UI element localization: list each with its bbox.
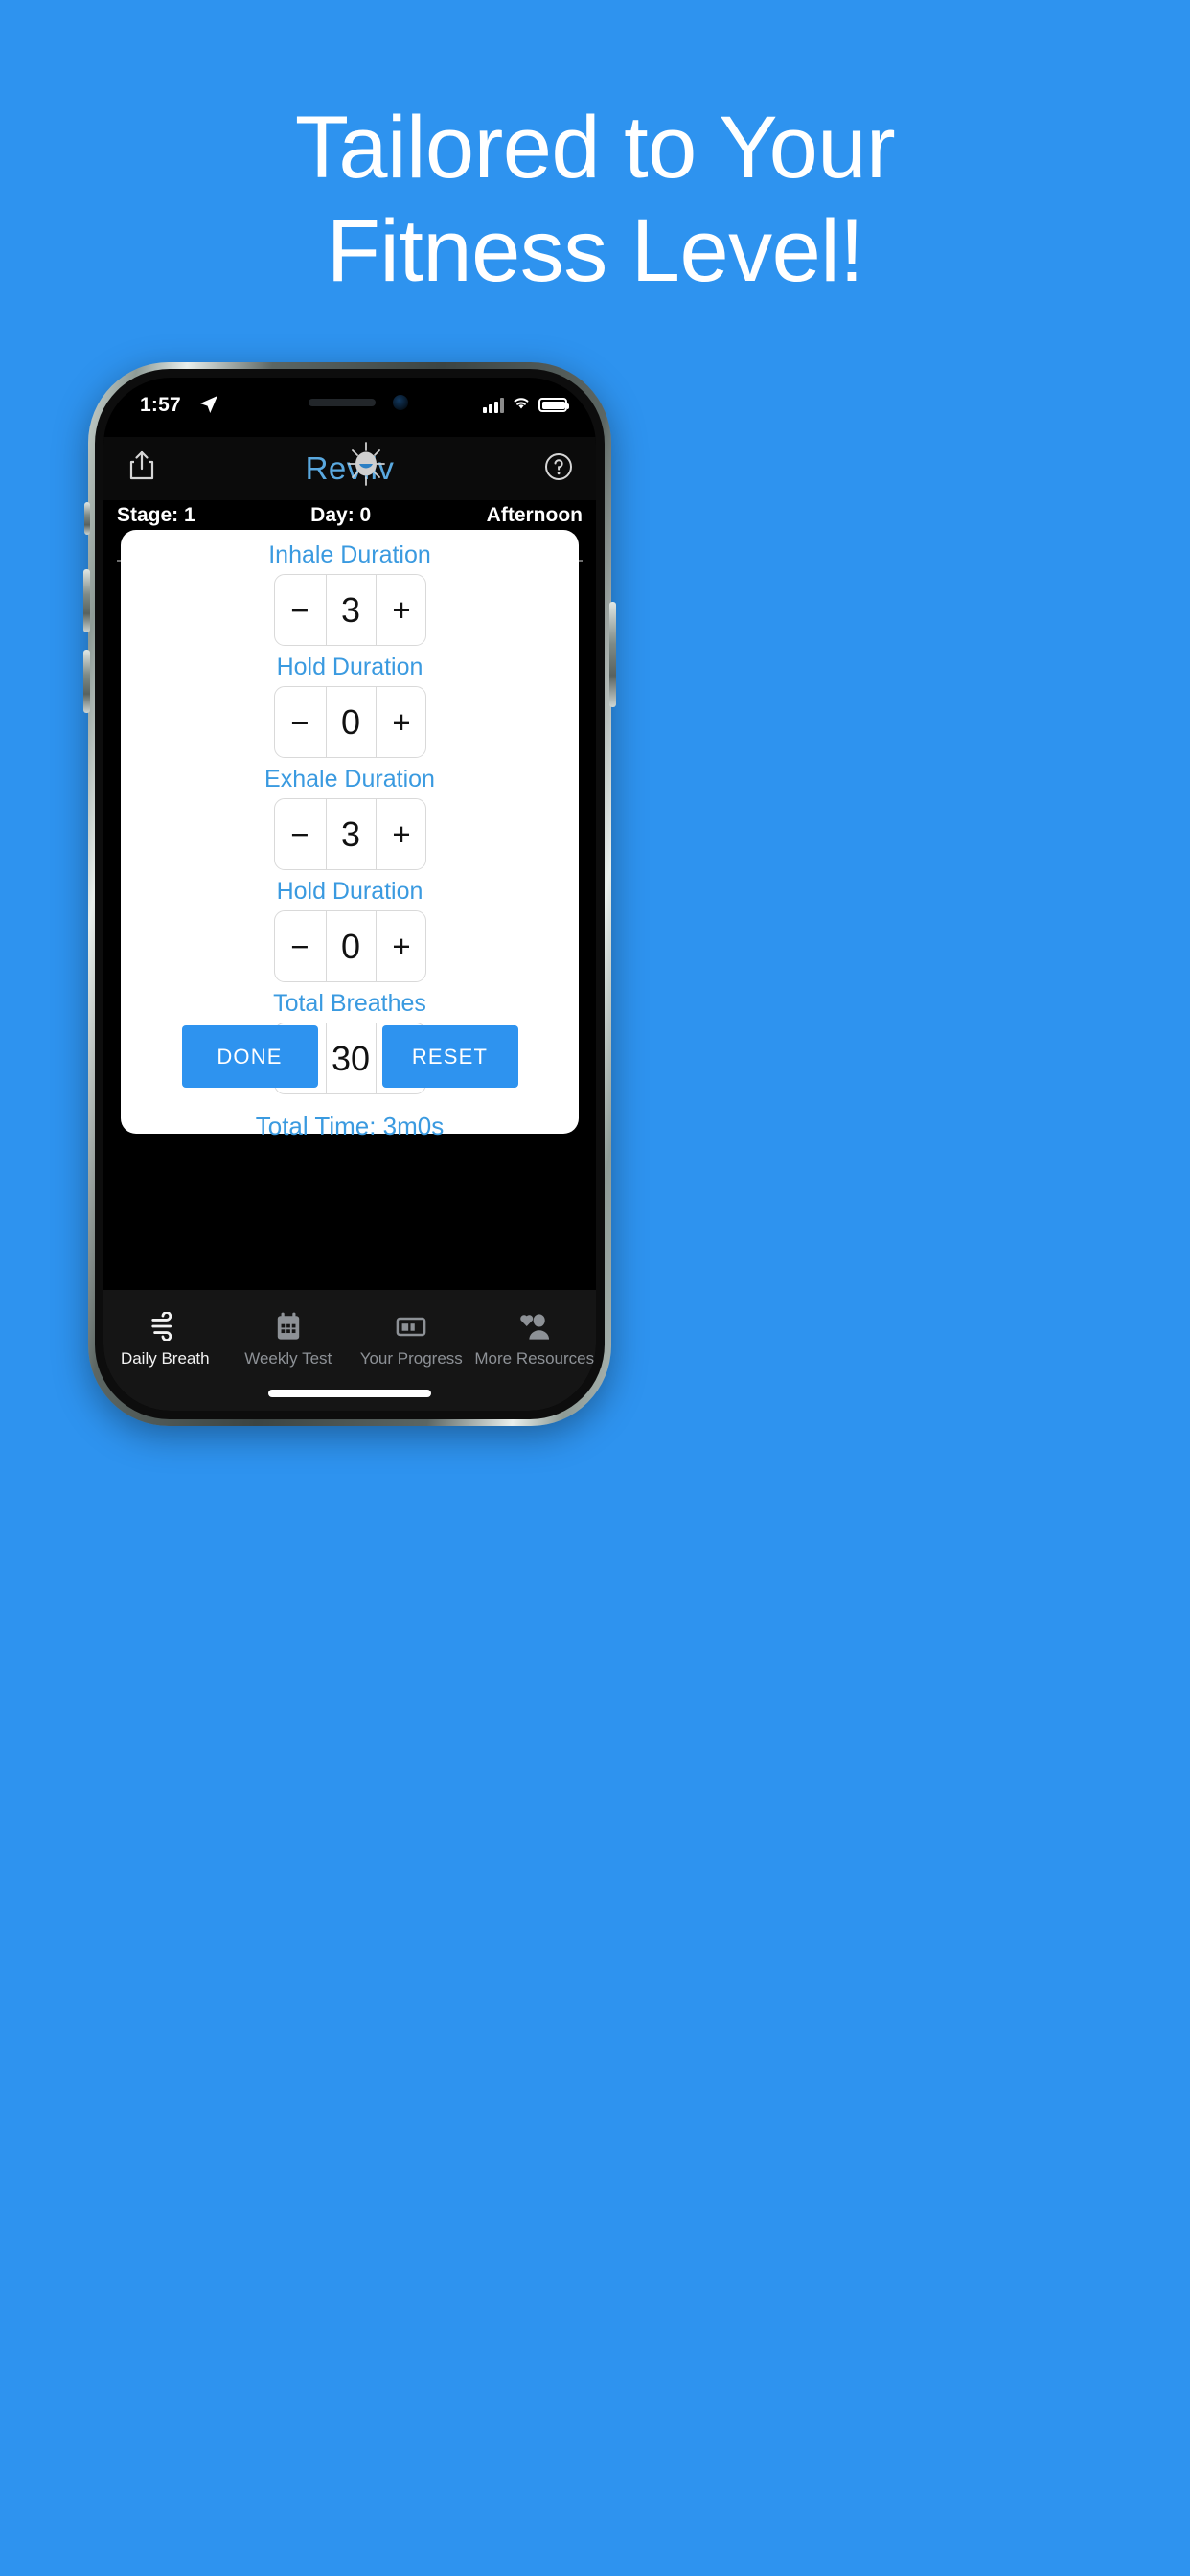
question-mark-circle-icon[interactable] [544, 452, 573, 481]
hold1-duration-value: 0 [325, 687, 377, 757]
status-indicators [483, 395, 569, 415]
day-value: Day: 0 [310, 504, 372, 526]
location-arrow-icon [199, 395, 218, 414]
sun-smiley-icon [342, 440, 390, 488]
promo-headline-line-2: Fitness Level! [326, 202, 864, 300]
hold2-duration-stepper[interactable]: − 0 + [273, 910, 427, 982]
tab-more-resources-label: More Resources [474, 1349, 595, 1368]
tab-your-progress-label: Your Progress [359, 1349, 463, 1368]
period-value: Afternoon [486, 504, 583, 526]
promo-headline-line-1: Tailored to Your [294, 99, 896, 196]
chart-card-icon [350, 1307, 473, 1346]
volume-up-button[interactable] [83, 569, 90, 632]
hold1-duration-stepper[interactable]: − 0 + [273, 686, 427, 758]
exhale-duration-stepper[interactable]: − 3 + [273, 798, 427, 870]
hold2-duration-label: Hold Duration [276, 878, 423, 905]
phone-screen: 1:57 Reviiv Stage: 1 Day: 0 Afternoon In… [103, 378, 596, 1411]
stage-row: Stage: 1 Day: 0 Afternoon [103, 504, 596, 527]
tab-daily-breath[interactable]: Daily Breath [103, 1307, 227, 1411]
calendar-icon [227, 1307, 351, 1346]
done-button[interactable]: DONE [181, 1025, 318, 1088]
phone-bezel: 1:57 Reviiv Stage: 1 Day: 0 Afternoon In… [95, 369, 605, 1419]
hold1-increment-button[interactable]: + [377, 687, 427, 757]
inhale-decrement-button[interactable]: − [275, 575, 326, 645]
exhale-increment-button[interactable]: + [377, 799, 427, 869]
status-bar: 1:57 [103, 378, 596, 437]
hold2-increment-button[interactable]: + [377, 911, 427, 981]
total-time-label: Total Time: 3m0s [255, 1112, 445, 1140]
wind-icon [103, 1307, 227, 1346]
hold2-duration-value: 0 [325, 911, 377, 981]
inhale-duration-label: Inhale Duration [268, 541, 431, 568]
mute-switch[interactable] [84, 502, 90, 535]
inhale-duration-stepper[interactable]: − 3 + [273, 574, 427, 646]
app-header: Reviiv [103, 437, 596, 562]
battery-icon [538, 398, 569, 412]
tab-daily-breath-label: Daily Breath [120, 1349, 210, 1368]
tab-more-resources[interactable]: More Resources [473, 1307, 597, 1411]
bottom-tab-bar: Daily Breath Weekly Test Your Progress M… [103, 1290, 596, 1411]
exhale-duration-value: 3 [325, 799, 377, 869]
app-brand: Reviiv [103, 442, 596, 487]
inhale-duration-value: 3 [325, 575, 377, 645]
sheet-actions: DONE RESET [121, 1025, 579, 1088]
hold1-decrement-button[interactable]: − [275, 687, 326, 757]
reset-button[interactable]: RESET [381, 1025, 518, 1088]
tab-weekly-test-label: Weekly Test [244, 1349, 332, 1368]
promo-headline: Tailored to Your Fitness Level! [0, 96, 1190, 303]
people-heart-icon [473, 1307, 597, 1346]
stage-value: Stage: 1 [117, 504, 195, 526]
power-button[interactable] [609, 602, 616, 707]
cellular-signal-icon [483, 397, 504, 413]
inhale-increment-button[interactable]: + [377, 575, 427, 645]
volume-down-button[interactable] [83, 650, 90, 713]
home-indicator[interactable] [268, 1390, 431, 1397]
hold2-decrement-button[interactable]: − [275, 911, 326, 981]
total-breathes-label: Total Breathes [273, 990, 426, 1017]
phone-mockup: 1:57 Reviiv Stage: 1 Day: 0 Afternoon In… [83, 362, 616, 1426]
wifi-icon [511, 395, 532, 415]
status-time: 1:57 [140, 394, 181, 416]
exhale-decrement-button[interactable]: − [275, 799, 326, 869]
exhale-duration-label: Exhale Duration [264, 766, 435, 793]
hold1-duration-label: Hold Duration [276, 654, 423, 680]
breath-settings-sheet: Inhale Duration − 3 + Hold Duration − 0 … [121, 530, 579, 1140]
